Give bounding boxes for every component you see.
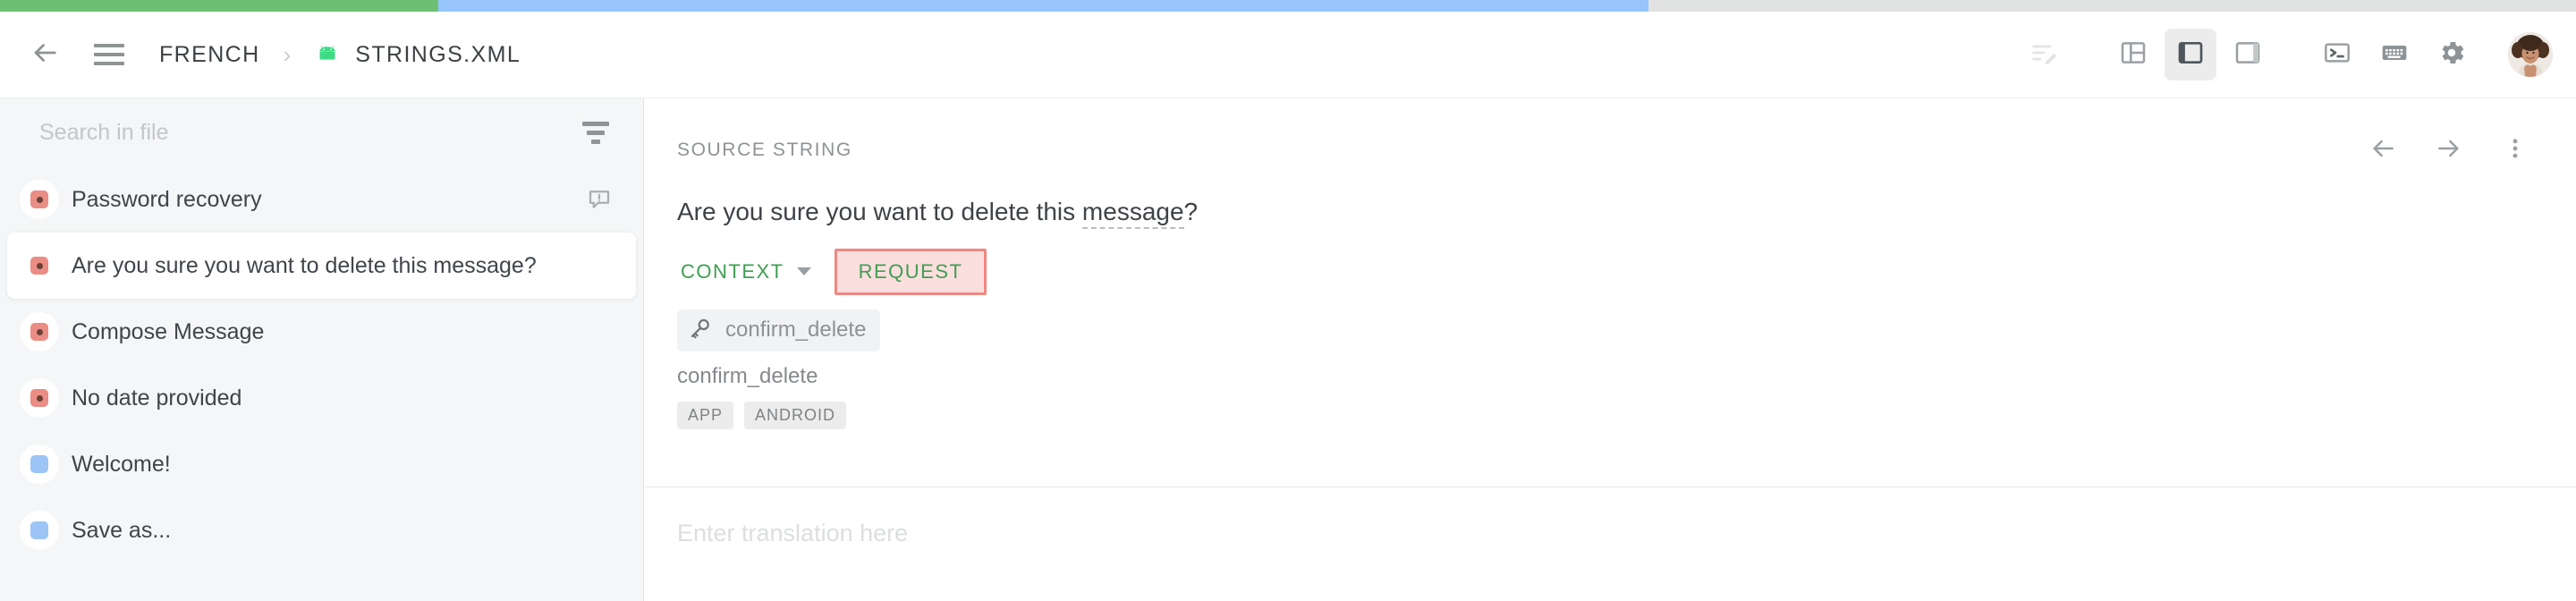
tab-request-label: REQUEST [858, 259, 963, 283]
source-text-term: message [1081, 198, 1184, 229]
more-options-button[interactable] [2494, 129, 2537, 172]
breadcrumb: FRENCH › STRINGS.XML [159, 41, 521, 68]
arrow-right-icon [2435, 134, 2463, 167]
tab-context-label: CONTEXT [681, 259, 784, 283]
search-input[interactable] [39, 119, 579, 146]
edit-notes-button[interactable] [2018, 29, 2070, 80]
progress-segment-in-progress [438, 0, 1648, 12]
tab-context[interactable]: CONTEXT [677, 253, 815, 291]
context-tabs: CONTEXT REQUEST [645, 229, 2576, 295]
string-key-chip-label: confirm_delete [725, 317, 867, 343]
string-key-chip[interactable]: confirm_delete [677, 309, 881, 351]
strings-sidebar: Password recovery Are you sure you want t… [0, 98, 644, 601]
layout-right-panel-button[interactable] [2222, 29, 2274, 80]
search-row [0, 98, 643, 166]
arrow-left-icon [30, 38, 60, 72]
hamburger-menu-icon [94, 44, 124, 65]
page-title: SOURCE STRING [677, 140, 852, 160]
status-dot-red [30, 323, 48, 341]
list-item[interactable]: Welcome! [7, 431, 636, 497]
tag[interactable]: ANDROID [744, 401, 847, 429]
tag-list: APP ANDROID [645, 389, 2576, 429]
status-dot-red [30, 389, 48, 407]
translation-area [645, 487, 2576, 601]
breadcrumb-separator: › [283, 41, 292, 68]
keyboard-shortcuts-button[interactable] [2368, 29, 2420, 80]
list-item-label: Password recovery [72, 186, 262, 212]
status-dot-core [36, 328, 43, 335]
chevron-down-icon [796, 267, 811, 276]
top-toolbar: FRENCH › STRINGS.XML [0, 12, 2576, 98]
toolbar-actions [2018, 29, 2576, 80]
previous-string-button[interactable] [2361, 129, 2404, 172]
source-text-before: Are you sure you want to delete this [677, 198, 1082, 225]
layout-right-panel-icon [2233, 38, 2262, 72]
source-header-actions [2361, 129, 2537, 172]
breadcrumb-file[interactable]: STRINGS.XML [355, 42, 521, 68]
string-key-text: confirm_delete [677, 363, 818, 388]
arrow-left-icon [2368, 134, 2397, 167]
status-dot-core [36, 262, 43, 269]
list-item-label: Compose Message [72, 318, 265, 344]
keyboard-icon [2380, 38, 2409, 72]
status-badge [20, 511, 59, 550]
status-badge [20, 246, 59, 285]
menu-button[interactable] [84, 30, 134, 80]
layout-split-icon [2176, 38, 2205, 72]
layout-left-panel-icon [2119, 38, 2148, 72]
breadcrumb-language[interactable]: FRENCH [159, 42, 260, 68]
android-icon [314, 41, 341, 68]
status-badge [20, 444, 59, 484]
source-text-after: ? [1183, 198, 1199, 225]
source-string-panel: SOURCE STRING Are you sure you want to d… [645, 98, 2576, 601]
gear-icon [2436, 38, 2467, 72]
list-item[interactable]: Password recovery [7, 166, 636, 233]
source-string-text: Are you sure you want to delete this mes… [645, 172, 2576, 229]
status-dot-red [30, 190, 48, 208]
list-item-label: Save as... [72, 517, 172, 543]
layout-split-button[interactable] [2165, 29, 2216, 80]
key-icon [688, 316, 713, 345]
status-badge [20, 312, 59, 351]
status-dot-red [30, 257, 48, 275]
list-item[interactable]: Save as... [7, 497, 636, 563]
terminal-icon [2323, 38, 2351, 72]
string-list: Password recovery Are you sure you want t… [0, 166, 643, 563]
tag[interactable]: APP [677, 401, 734, 429]
list-item[interactable]: No date provided [7, 365, 636, 431]
more-vertical-icon [2503, 136, 2528, 165]
list-item-label: Are you sure you want to delete this mes… [72, 252, 537, 278]
list-item-label: No date provided [72, 385, 242, 411]
user-avatar[interactable] [2508, 32, 2553, 77]
progress-segment-untranslated [1648, 0, 2576, 12]
list-item[interactable]: Are you sure you want to delete this mes… [7, 233, 636, 299]
back-button[interactable] [20, 30, 70, 80]
status-badge [20, 378, 59, 418]
status-badge [20, 180, 59, 219]
layout-left-panel-button[interactable] [2107, 29, 2159, 80]
settings-button[interactable] [2426, 29, 2478, 80]
status-dot-core [36, 196, 43, 203]
progress-segment-translated [0, 0, 438, 12]
list-item-label: Welcome! [72, 451, 171, 477]
tab-request[interactable]: REQUEST [834, 248, 987, 295]
edit-notes-icon [2029, 38, 2059, 72]
terminal-button[interactable] [2311, 29, 2363, 80]
status-dot-blue [30, 521, 48, 539]
list-item[interactable]: Compose Message [7, 299, 636, 365]
status-dot-blue [30, 455, 48, 473]
source-string-header: SOURCE STRING [645, 98, 2576, 172]
next-string-button[interactable] [2428, 129, 2470, 172]
file-progress-bar [0, 0, 2576, 12]
filter-icon[interactable] [579, 115, 613, 149]
comment-alert-icon[interactable] [586, 186, 613, 213]
status-dot-core [36, 394, 43, 402]
translation-input[interactable] [677, 520, 2544, 547]
